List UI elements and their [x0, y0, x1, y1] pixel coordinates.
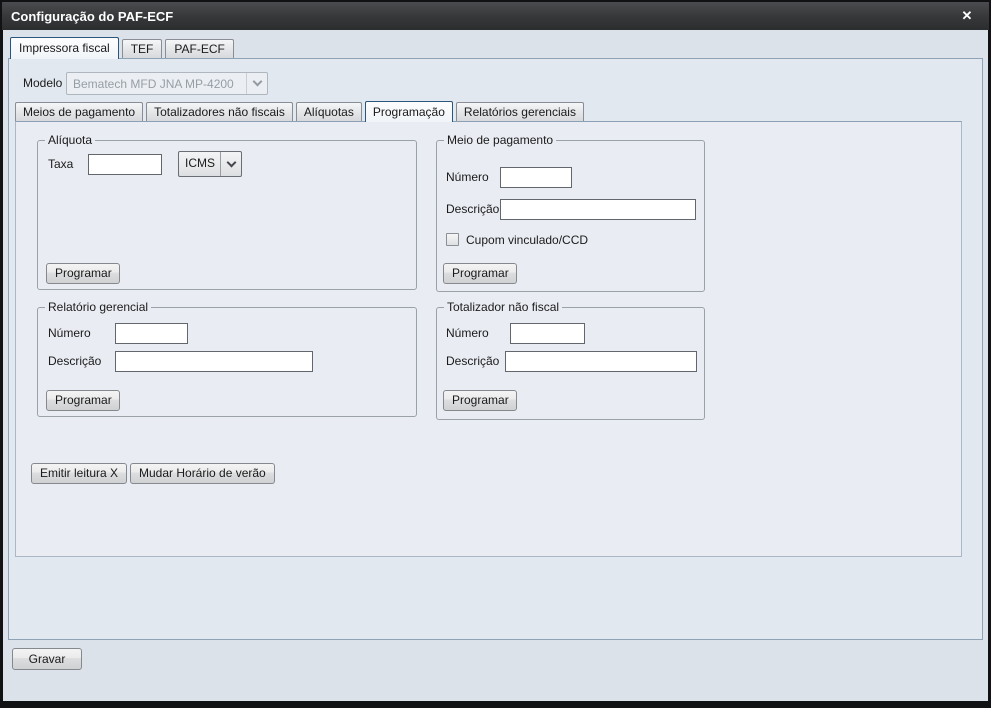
- totalizador-numero-field[interactable]: [510, 323, 585, 344]
- group-totalizador-legend: Totalizador não fiscal: [444, 300, 563, 314]
- chevron-down-icon: [220, 152, 241, 176]
- mudar-horario-verao-button[interactable]: Mudar Horário de verão: [130, 463, 275, 484]
- tab-tef[interactable]: TEF: [121, 39, 163, 58]
- tab-totalizadores-nao-fiscais[interactable]: Totalizadores não fiscais: [146, 102, 293, 121]
- emitir-leitura-x-button[interactable]: Emitir leitura X: [31, 463, 128, 484]
- descricao-label: Descrição: [446, 354, 500, 368]
- modelo-label: Modelo: [23, 76, 63, 90]
- descricao-label: Descrição: [48, 354, 102, 368]
- taxa-field[interactable]: [88, 154, 162, 175]
- cupom-vinculado-label: Cupom vinculado/CCD: [466, 233, 589, 247]
- icms-selected-value: ICMS: [185, 156, 215, 170]
- taxa-label: Taxa: [48, 157, 74, 171]
- meio-numero-field[interactable]: [500, 167, 572, 188]
- programar-aliquota-button[interactable]: Programar: [46, 263, 120, 284]
- cupom-vinculado-checkbox[interactable]: [446, 233, 459, 246]
- client-area: Impressora fiscal TEF PAF-ECF Modelo Bem…: [3, 30, 988, 701]
- main-tabstrip: Impressora fiscal TEF PAF-ECF: [10, 36, 237, 59]
- modelo-select[interactable]: Bematech MFD JNA MP-4200: [66, 72, 268, 95]
- gravar-button[interactable]: Gravar: [12, 648, 82, 670]
- relatorio-descricao-field[interactable]: [115, 351, 313, 372]
- tab-impressora-fiscal[interactable]: Impressora fiscal: [10, 37, 119, 59]
- programacao-panel: Alíquota Taxa ICMS Programar Meio de pag…: [15, 121, 962, 557]
- tab-relatorios-gerenciais[interactable]: Relatórios gerenciais: [455, 102, 584, 121]
- descricao-label: Descrição: [446, 202, 500, 216]
- relatorio-numero-field[interactable]: [115, 323, 188, 344]
- group-meio-legend: Meio de pagamento: [444, 133, 557, 147]
- tab-aliquotas[interactable]: Alíquotas: [295, 102, 362, 121]
- tab-paf-ecf[interactable]: PAF-ECF: [165, 39, 234, 58]
- inner-tabstrip: Meios de pagamento Totalizadores não fis…: [15, 101, 587, 122]
- programar-totalizador-button[interactable]: Programar: [443, 390, 517, 411]
- group-meio-de-pagamento: Meio de pagamento Número Descrição Cupom…: [436, 133, 705, 292]
- numero-label: Número: [446, 170, 489, 184]
- chevron-down-icon: [246, 73, 267, 94]
- modelo-selected-value: Bematech MFD JNA MP-4200: [73, 77, 234, 91]
- group-totalizador-nao-fiscal: Totalizador não fiscal Número Descrição …: [436, 300, 705, 420]
- totalizador-descricao-field[interactable]: [505, 351, 697, 372]
- group-aliquota: Alíquota Taxa ICMS Programar: [37, 133, 417, 290]
- group-relatorio-legend: Relatório gerencial: [45, 300, 152, 314]
- programar-meio-button[interactable]: Programar: [443, 263, 517, 284]
- tab-meios-de-pagamento[interactable]: Meios de pagamento: [15, 102, 144, 121]
- icms-select[interactable]: ICMS: [178, 151, 242, 177]
- titlebar: Configuração do PAF-ECF ✕: [2, 2, 989, 30]
- impressora-fiscal-panel: Modelo Bematech MFD JNA MP-4200 Meios de…: [8, 58, 983, 640]
- meio-descricao-field[interactable]: [500, 199, 696, 220]
- numero-label: Número: [48, 326, 91, 340]
- programar-relatorio-button[interactable]: Programar: [46, 390, 120, 411]
- close-icon[interactable]: ✕: [958, 7, 976, 25]
- group-aliquota-legend: Alíquota: [45, 133, 96, 147]
- numero-label: Número: [446, 326, 489, 340]
- group-relatorio-gerencial: Relatório gerencial Número Descrição Pro…: [37, 300, 417, 417]
- tab-programacao[interactable]: Programação: [364, 101, 453, 122]
- dialog-window: Configuração do PAF-ECF ✕ Impressora fis…: [0, 0, 991, 708]
- window-title: Configuração do PAF-ECF: [11, 8, 174, 24]
